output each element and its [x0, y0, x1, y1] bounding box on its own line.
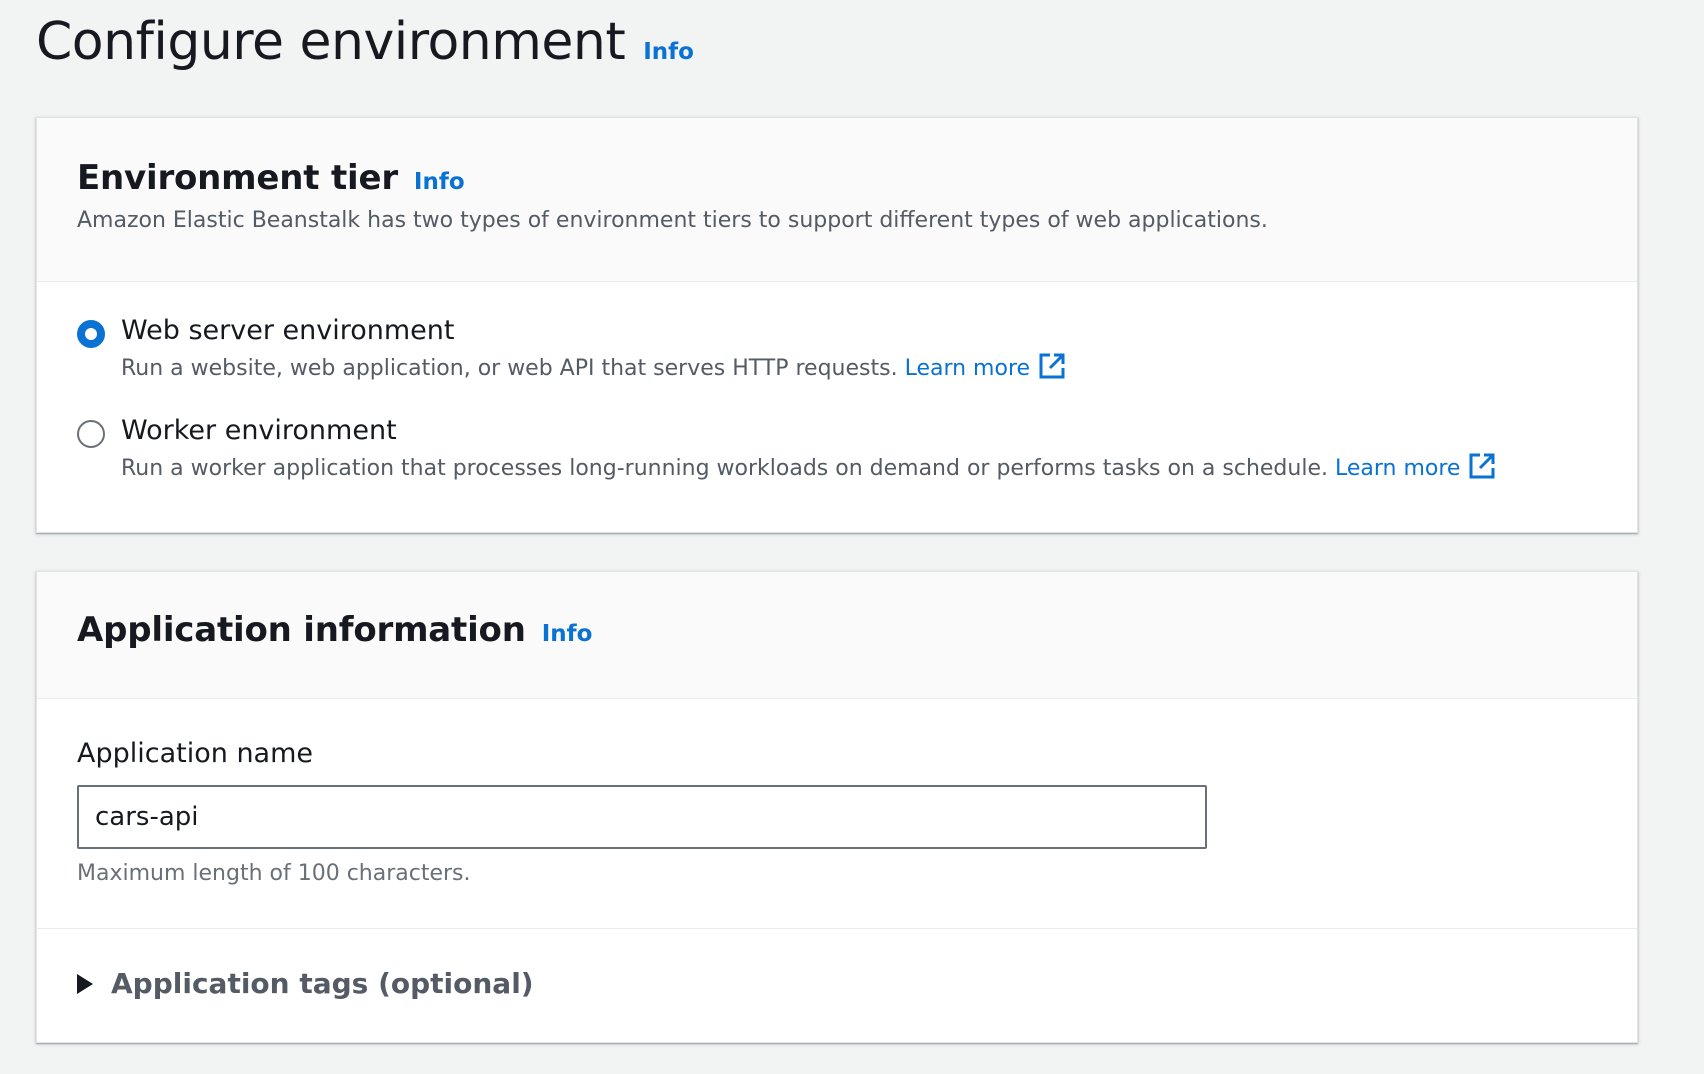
application-information-panel: Application information Info Application…: [36, 571, 1638, 1043]
environment-tier-title-row: Environment tier Info: [77, 158, 1597, 198]
page-title: Configure environment: [36, 12, 626, 72]
application-information-header: Application information Info: [37, 572, 1637, 699]
page-header: Configure environment Info: [36, 6, 694, 78]
application-information-title-row: Application information Info: [77, 610, 1597, 650]
environment-tier-description: Amazon Elastic Beanstalk has two types o…: [77, 208, 1268, 233]
application-name-hint: Maximum length of 100 characters.: [77, 861, 471, 886]
page: Configure environment Info Environment t…: [0, 0, 1704, 1074]
web-server-description: Run a website, web application, or web A…: [121, 352, 1066, 386]
worker-description-text: Run a worker application that processes …: [121, 456, 1328, 481]
web-server-text: Web server environment Run a website, we…: [121, 312, 1066, 386]
web-server-learn-more-label[interactable]: Learn more: [905, 356, 1030, 381]
worker-learn-more-link[interactable]: Learn more: [1335, 453, 1496, 481]
worker-learn-more-label[interactable]: Learn more: [1335, 456, 1460, 481]
external-link-icon[interactable]: [1468, 452, 1496, 480]
application-tags-expander[interactable]: Application tags (optional): [37, 929, 1637, 1038]
web-server-option[interactable]: Web server environment Run a website, we…: [77, 312, 1597, 386]
web-server-description-text: Run a website, web application, or web A…: [121, 356, 898, 381]
application-information-info-link[interactable]: Info: [542, 621, 593, 647]
web-server-learn-more-link[interactable]: Learn more: [905, 353, 1066, 381]
web-server-label[interactable]: Web server environment: [121, 312, 1066, 350]
environment-tier-info-link[interactable]: Info: [414, 169, 465, 195]
worker-text: Worker environment Run a worker applicat…: [121, 412, 1496, 486]
web-server-radio[interactable]: [77, 320, 105, 348]
environment-tier-panel: Environment tier Info Amazon Elastic Bea…: [36, 117, 1638, 533]
worker-label[interactable]: Worker environment: [121, 412, 1496, 450]
environment-tier-title: Environment tier: [77, 158, 398, 198]
worker-radio[interactable]: [77, 420, 105, 448]
caret-right-icon[interactable]: [77, 973, 93, 994]
worker-description: Run a worker application that processes …: [121, 452, 1496, 486]
external-link-icon[interactable]: [1038, 352, 1066, 380]
application-tags-label[interactable]: Application tags (optional): [111, 967, 534, 1000]
application-name-input[interactable]: [77, 785, 1207, 849]
application-name-section: Application name Maximum length of 100 c…: [37, 699, 1637, 929]
application-information-title: Application information: [77, 610, 526, 650]
environment-tier-header: Environment tier Info Amazon Elastic Bea…: [37, 118, 1637, 282]
page-info-link[interactable]: Info: [643, 39, 694, 65]
worker-option[interactable]: Worker environment Run a worker applicat…: [77, 412, 1597, 486]
application-name-label: Application name: [77, 738, 314, 769]
environment-tier-radio-group: Web server environment Run a website, we…: [37, 282, 1637, 486]
